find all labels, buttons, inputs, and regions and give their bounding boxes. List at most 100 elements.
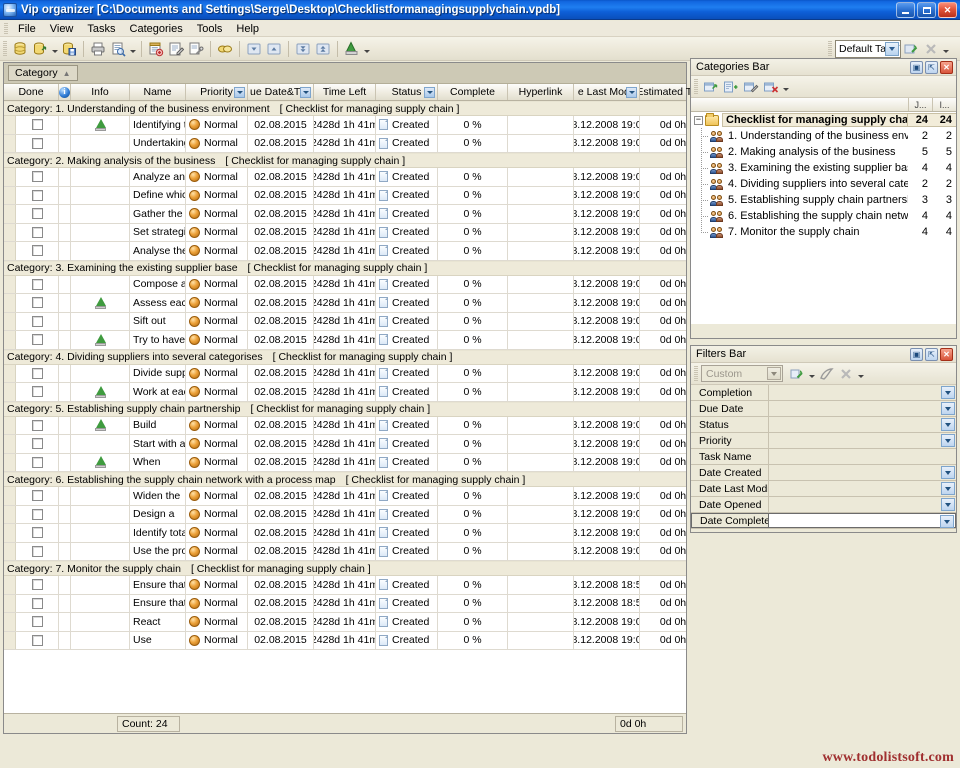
col-status-filter-chevron-down-icon[interactable]: [424, 87, 435, 98]
category-group-header[interactable]: Category: 6. Establishing the supply cha…: [4, 472, 686, 487]
new-database-icon[interactable]: [10, 39, 30, 59]
category-tree-item[interactable]: 3. Examining the existing supplier base 4…: [691, 160, 956, 176]
attachment-icon[interactable]: [94, 333, 107, 346]
categories-col-i[interactable]: I...: [932, 98, 956, 111]
filter-row[interactable]: Date Last Modific: [691, 481, 956, 497]
filter-row[interactable]: Task Name: [691, 449, 956, 465]
table-row[interactable]: Use the process Normal 02.08.2015 2428d 1h …: [4, 542, 686, 561]
table-row[interactable]: Define which Normal 02.08.2015 2428d 1h 41m…: [4, 186, 686, 205]
filter-row[interactable]: Completion: [691, 385, 956, 401]
attachment-icon[interactable]: [94, 419, 107, 432]
menu-grip[interactable]: [4, 22, 8, 35]
table-row[interactable]: Identify total Normal 02.08.2015 2428d 1h 4…: [4, 524, 686, 543]
filter-field-value[interactable]: [769, 417, 956, 432]
group-by-chip-category[interactable]: Category ▲: [8, 65, 78, 81]
done-checkbox[interactable]: [31, 386, 43, 398]
task-properties-icon[interactable]: [186, 39, 206, 59]
task-view-combo[interactable]: Default Task V: [835, 39, 901, 58]
category-tree-item[interactable]: 4. Dividing suppliers into several categ…: [691, 176, 956, 192]
filter-row[interactable]: Due Date: [691, 401, 956, 417]
categories-bar-maximize-button[interactable]: ▣: [910, 61, 923, 74]
table-row[interactable]: Use Normal 02.08.2015 2428d 1h 41m Created 0 …: [4, 631, 686, 650]
done-checkbox[interactable]: [31, 189, 43, 201]
attachment-icon[interactable]: [94, 456, 107, 469]
col-date-last-modified[interactable]: e Last Modif: [574, 84, 640, 100]
table-row[interactable]: Try to have as Normal 02.08.2015 2428d 1h 4…: [4, 331, 686, 350]
filter-row[interactable]: Priority: [691, 433, 956, 449]
done-checkbox[interactable]: [31, 490, 43, 502]
filter-field-value[interactable]: [769, 513, 956, 528]
col-status[interactable]: Status: [376, 84, 438, 100]
category-group-header[interactable]: Category: 1. Understanding of the busine…: [4, 101, 686, 116]
col-priority[interactable]: Priority: [186, 84, 248, 100]
table-row[interactable]: Set strategic Normal 02.08.2015 2428d 1h 41…: [4, 223, 686, 242]
move-bottom-icon[interactable]: [293, 39, 313, 59]
table-row[interactable]: Identifying the Normal 02.08.2015 2428d 1h …: [4, 116, 686, 135]
filters-bar-maximize-button[interactable]: ▣: [910, 348, 923, 361]
table-row[interactable]: When Normal 02.08.2015 2428d 1h 41m Created 0…: [4, 453, 686, 472]
attachment-icon[interactable]: [94, 385, 107, 398]
table-row[interactable]: Build Normal 02.08.2015 2428d 1h 41m Created…: [4, 416, 686, 435]
done-checkbox[interactable]: [31, 226, 43, 238]
filter-field-value[interactable]: [769, 481, 956, 496]
restore-button[interactable]: [917, 2, 936, 18]
done-checkbox[interactable]: [31, 438, 43, 450]
table-row[interactable]: Design a Normal 02.08.2015 2428d 1h 41m Crea…: [4, 505, 686, 524]
filter-chevron-down-icon[interactable]: [941, 402, 955, 415]
done-checkbox[interactable]: [31, 297, 43, 309]
filter-field-value[interactable]: [769, 433, 956, 448]
attachment-icon[interactable]: [94, 296, 107, 309]
menu-item-tasks[interactable]: Tasks: [80, 22, 122, 36]
attachment-icon[interactable]: [342, 39, 362, 59]
table-row[interactable]: Start with a Normal 02.08.2015 2428d 1h 41m…: [4, 435, 686, 454]
done-checkbox[interactable]: [31, 334, 43, 346]
table-row[interactable]: Widen the Normal 02.08.2015 2428d 1h 41m Cre…: [4, 487, 686, 506]
filter-chevron-down-icon[interactable]: [940, 515, 954, 528]
new-task-icon[interactable]: [146, 39, 166, 59]
categories-tree-root[interactable]: − Checklist for managing supply chain 24 24: [691, 112, 956, 128]
filter-field-value[interactable]: [769, 465, 956, 480]
table-row[interactable]: Compose a list Normal 02.08.2015 2428d 1h 4…: [4, 275, 686, 294]
table-row[interactable]: Ensure that Normal 02.08.2015 2428d 1h 41m C…: [4, 594, 686, 613]
table-row[interactable]: Undertaking Normal 02.08.2015 2428d 1h 41m C…: [4, 134, 686, 153]
categories-bar-close-button[interactable]: ✕: [940, 61, 953, 74]
new-category-icon[interactable]: [701, 77, 721, 97]
delete-view-icon[interactable]: [921, 39, 941, 59]
filter-chevron-down-icon[interactable]: [941, 418, 955, 431]
print-preview-icon[interactable]: [108, 39, 128, 59]
done-checkbox[interactable]: [31, 545, 43, 557]
chevron-down-icon[interactable]: [885, 41, 899, 56]
done-checkbox[interactable]: [31, 245, 43, 257]
done-checkbox[interactable]: [31, 367, 43, 379]
filter-field-value[interactable]: [769, 497, 956, 512]
new-subcategory-icon[interactable]: [721, 77, 741, 97]
col-date-last-modified-filter-chevron-down-icon[interactable]: [626, 87, 637, 98]
menu-item-help[interactable]: Help: [229, 22, 266, 36]
done-checkbox[interactable]: [31, 597, 43, 609]
col-time-left[interactable]: Time Left: [314, 84, 376, 100]
table-row[interactable]: Sift out Normal 02.08.2015 2428d 1h 41m Crea…: [4, 312, 686, 331]
open-dropdown-arrow[interactable]: [50, 39, 59, 59]
done-checkbox[interactable]: [31, 616, 43, 628]
done-checkbox[interactable]: [31, 137, 43, 149]
minimize-button[interactable]: [896, 2, 915, 18]
move-up-icon[interactable]: [264, 39, 284, 59]
categories-col-j[interactable]: J...: [908, 98, 932, 111]
menu-item-tools[interactable]: Tools: [190, 22, 230, 36]
filter-chevron-down-icon[interactable]: [941, 386, 955, 399]
category-group-header[interactable]: Category: 5. Establishing supply chain p…: [4, 401, 686, 417]
filters-bar-close-button[interactable]: ✕: [940, 348, 953, 361]
table-row[interactable]: Divide supplier Normal 02.08.2015 2428d 1h …: [4, 364, 686, 383]
col-done[interactable]: Done: [4, 84, 59, 100]
table-row[interactable]: Gather the Normal 02.08.2015 2428d 1h 41m Cr…: [4, 205, 686, 224]
col-name[interactable]: Name: [130, 84, 186, 100]
col-due-date-time-filter-chevron-down-icon[interactable]: [300, 87, 311, 98]
table-row[interactable]: Ensure that Normal 02.08.2015 2428d 1h 41m C…: [4, 576, 686, 595]
apply-filter-icon[interactable]: [787, 364, 807, 384]
filter-chevron-down-icon[interactable]: [941, 498, 955, 511]
sort-ascending-icon[interactable]: ▲: [63, 69, 71, 78]
done-checkbox[interactable]: [31, 456, 43, 468]
save-database-icon[interactable]: [59, 39, 79, 59]
menu-item-categories[interactable]: Categories: [123, 22, 190, 36]
filters-bar-pin-icon[interactable]: ⇱: [925, 348, 938, 361]
